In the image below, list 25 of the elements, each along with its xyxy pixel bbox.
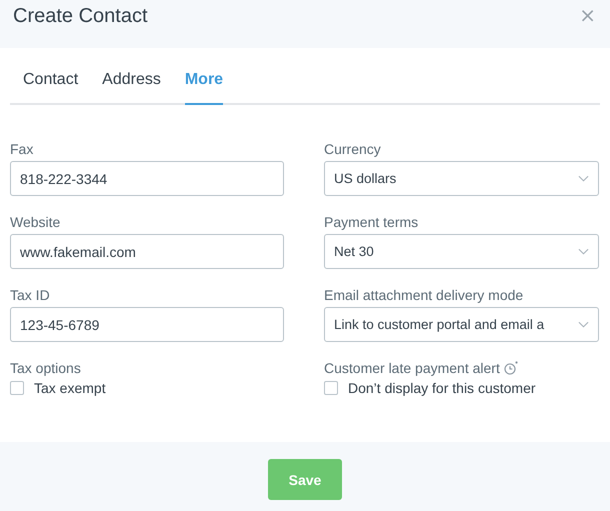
chevron-down-icon xyxy=(578,248,589,255)
input-field[interactable]: www.fakemail.com xyxy=(10,234,284,269)
field-label: Website xyxy=(10,214,60,230)
field-label: Currency xyxy=(324,141,381,157)
field-label: Email attachment delivery mode xyxy=(324,287,524,303)
chevron-down-icon xyxy=(578,175,589,182)
checkbox-label[interactable]: Don’t display for this customer xyxy=(348,380,536,396)
input-field[interactable]: 818-222-3344 xyxy=(10,161,284,196)
checkbox[interactable] xyxy=(10,381,24,395)
tab[interactable]: Address xyxy=(102,62,161,105)
dropdown[interactable]: Net 30 xyxy=(324,234,599,269)
field-label: Tax options xyxy=(10,360,81,376)
dialog-title: Create Contact xyxy=(13,4,148,28)
checkbox-label[interactable]: Tax exempt xyxy=(34,380,106,396)
field-label: Fax xyxy=(10,141,34,157)
checkbox[interactable] xyxy=(324,381,338,395)
field-label: Customer late payment alert xyxy=(324,360,500,376)
field-label: Tax ID xyxy=(10,287,50,303)
dropdown[interactable]: US dollars xyxy=(324,161,599,196)
chevron-down-icon xyxy=(578,321,589,328)
dropdown[interactable]: Link to customer portal and email a xyxy=(324,307,599,342)
tab[interactable]: Contact xyxy=(23,62,78,105)
field-label: Payment terms xyxy=(324,214,418,230)
input-field[interactable]: 123-45-6789 xyxy=(10,307,284,342)
clock-icon[interactable] xyxy=(504,361,518,375)
